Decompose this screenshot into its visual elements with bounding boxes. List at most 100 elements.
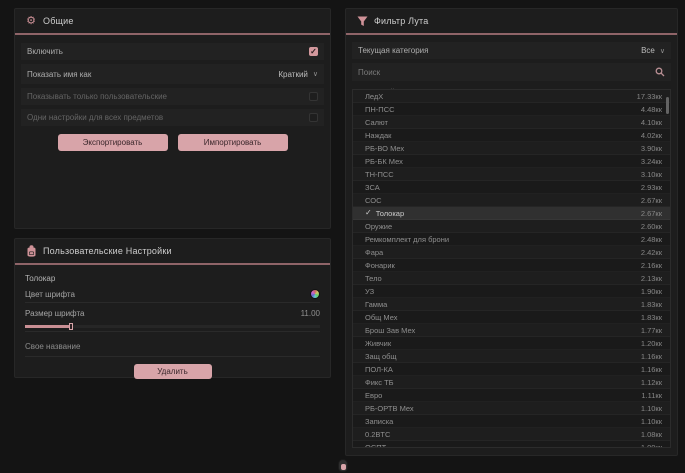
only-custom-label: Показывать только пользовательские bbox=[27, 92, 167, 101]
name-display-row: Показать имя как Краткий ∨ bbox=[21, 64, 324, 84]
loot-item-value: 2.16кк bbox=[641, 261, 662, 270]
loot-row[interactable]: Фонарик2.16кк bbox=[353, 259, 670, 272]
loot-item-value: 1.00кк bbox=[641, 443, 662, 449]
loot-item-name: Гамма bbox=[365, 300, 387, 309]
loot-item-value: 2.48кк bbox=[641, 235, 662, 244]
loot-row[interactable]: Гамма1.83кк bbox=[353, 298, 670, 311]
loot-item-name: ЗСА bbox=[365, 183, 380, 192]
loot-item-name: ПН-ПСС bbox=[365, 105, 395, 114]
loot-row[interactable]: Общ Мех1.83кк bbox=[353, 311, 670, 324]
only-custom-row: Показывать только пользовательские bbox=[21, 88, 324, 105]
loot-item-name: УЗ bbox=[365, 287, 374, 296]
loot-item-value: 1.90кк bbox=[641, 287, 662, 296]
search-icon[interactable] bbox=[655, 67, 665, 77]
loot-item-name: Наждак bbox=[365, 131, 391, 140]
funnel-icon bbox=[356, 15, 368, 27]
category-select[interactable]: Все ∨ bbox=[641, 46, 665, 55]
loot-item-value: 1.11кк bbox=[641, 391, 662, 400]
name-display-value: Краткий bbox=[278, 70, 307, 79]
loot-row[interactable]: Живчик 1.20кк bbox=[353, 337, 670, 350]
loot-item-value: 2.93кк bbox=[641, 183, 662, 192]
loot-row[interactable]: Защ общ1.16кк bbox=[353, 350, 670, 363]
loot-item-name: Фара bbox=[365, 248, 383, 257]
same-settings-checkbox[interactable] bbox=[309, 113, 318, 122]
loot-row[interactable]: УЗ 1.90кк bbox=[353, 285, 670, 298]
loot-row[interactable]: Ремкомплект для брони 2.48кк bbox=[353, 233, 670, 246]
loot-item-value: 1.83кк bbox=[641, 313, 662, 322]
selected-item-name: Толокар bbox=[25, 274, 320, 283]
loot-item-name: Записка bbox=[365, 417, 393, 426]
loot-row[interactable]: Фара2.42кк bbox=[353, 246, 670, 259]
loot-row[interactable]: Тело2.13кк bbox=[353, 272, 670, 285]
loot-row[interactable]: Салют4.10кк bbox=[353, 116, 670, 129]
loot-row[interactable]: ЛедХ17.33кк bbox=[353, 90, 670, 103]
slider-thumb[interactable] bbox=[69, 323, 73, 330]
loot-item-value: 2.67кк bbox=[641, 196, 662, 205]
category-row: Текущая категория Все ∨ bbox=[352, 42, 671, 59]
loot-item-name: ✓Толокар bbox=[365, 209, 404, 218]
loot-item-value: 1.20кк bbox=[641, 339, 662, 348]
loot-row[interactable]: Фикс ТБ 1.12кк bbox=[353, 376, 670, 389]
loot-row[interactable]: СОС 2.67кк bbox=[353, 194, 670, 207]
mouse-cursor-icon bbox=[338, 459, 348, 472]
enable-checkbox[interactable]: ✓ bbox=[309, 47, 318, 56]
loot-item-value: 4.48кк bbox=[641, 105, 662, 114]
loot-row[interactable]: ОСПТ1.00кк bbox=[353, 441, 670, 448]
loot-filter-header: Фильтр Лута bbox=[346, 9, 677, 31]
name-display-label: Показать имя как bbox=[27, 70, 91, 79]
search-row: Поиск bbox=[352, 63, 671, 81]
loot-item-name: Тело bbox=[365, 274, 382, 283]
delete-button[interactable]: Удалить bbox=[134, 364, 212, 379]
loot-row[interactable]: ТН-ПСС3.10кк bbox=[353, 168, 670, 181]
export-button[interactable]: Экспортировать bbox=[58, 134, 168, 151]
color-wheel-icon[interactable] bbox=[310, 289, 320, 299]
name-display-select[interactable]: Краткий ∨ bbox=[278, 70, 318, 79]
custom-settings-header: Пользовательские Настройки bbox=[15, 239, 330, 261]
loot-item-value: 1.12кк bbox=[641, 378, 662, 387]
loot-item-name: Оружие bbox=[365, 222, 392, 231]
loot-item-value: 1.16кк bbox=[641, 365, 662, 374]
mouse-dot bbox=[341, 464, 346, 470]
custom-name-input[interactable]: Свое название bbox=[25, 338, 320, 357]
loot-item-value: 3.90кк bbox=[641, 144, 662, 153]
check-icon: ✓ bbox=[365, 209, 372, 217]
search-input[interactable]: Поиск bbox=[358, 68, 380, 77]
loot-filter-panel: Фильтр Лута Текущая категория Все ∨ Поис… bbox=[345, 8, 678, 456]
font-size-value: 11.00 bbox=[301, 309, 320, 318]
loot-item-name: 0.2BTC bbox=[365, 430, 390, 439]
loot-list: ЛедХ17.33ккПН-ПСС4.48ккСалют4.10ккНаждак… bbox=[352, 89, 671, 448]
loot-row[interactable]: Евро1.11кк bbox=[353, 389, 670, 402]
loot-item-name: СОС bbox=[365, 196, 382, 205]
scrollbar-thumb[interactable] bbox=[666, 97, 669, 114]
loot-row[interactable]: Записка1.10кк bbox=[353, 415, 670, 428]
loot-row[interactable]: 0.2BTC 1.08кк bbox=[353, 428, 670, 441]
loot-item-name: Ремкомплект для брони bbox=[365, 235, 449, 244]
font-size-slider[interactable] bbox=[25, 323, 320, 332]
loot-row[interactable]: РБ-БК Мех3.24кк bbox=[353, 155, 670, 168]
loot-row[interactable]: Брош Зав Мех1.77кк bbox=[353, 324, 670, 337]
loot-item-value: 2.67кк bbox=[641, 209, 662, 218]
import-export-row: Экспортировать Импортировать bbox=[15, 134, 330, 151]
loot-item-value: 1.08кк bbox=[641, 430, 662, 439]
loot-item-value: 4.02кк bbox=[641, 131, 662, 140]
loot-item-name: Фикс ТБ bbox=[365, 378, 394, 387]
loot-row[interactable]: ЗСА 2.93кк bbox=[353, 181, 670, 194]
import-button[interactable]: Импортировать bbox=[178, 134, 288, 151]
loot-row[interactable]: ПОЛ-КА1.16кк bbox=[353, 363, 670, 376]
chevron-down-icon: ∨ bbox=[660, 47, 665, 55]
custom-settings-title: Пользовательские Настройки bbox=[43, 246, 172, 256]
loot-row[interactable]: ✓Толокар 2.67кк bbox=[353, 207, 670, 220]
backpack-icon bbox=[25, 245, 37, 257]
gear-icon: ⚙ bbox=[25, 15, 37, 27]
only-custom-checkbox[interactable] bbox=[309, 92, 318, 101]
loot-row[interactable]: РБ-ОРТВ Мех1.10кк bbox=[353, 402, 670, 415]
loot-item-name: РБ-ОРТВ Мех bbox=[365, 404, 414, 413]
loot-row[interactable]: ПН-ПСС 4.48кк bbox=[353, 103, 670, 116]
loot-row[interactable]: Оружие2.60кк bbox=[353, 220, 670, 233]
loot-item-name: Живчик bbox=[365, 339, 391, 348]
loot-row[interactable]: Наждак 4.02кк bbox=[353, 129, 670, 142]
loot-item-value: 1.16кк bbox=[641, 352, 662, 361]
loot-filter-title: Фильтр Лута bbox=[374, 16, 428, 26]
loot-row[interactable]: РБ-ВО Мех3.90кк bbox=[353, 142, 670, 155]
loot-item-name: ТН-ПСС bbox=[365, 170, 394, 179]
